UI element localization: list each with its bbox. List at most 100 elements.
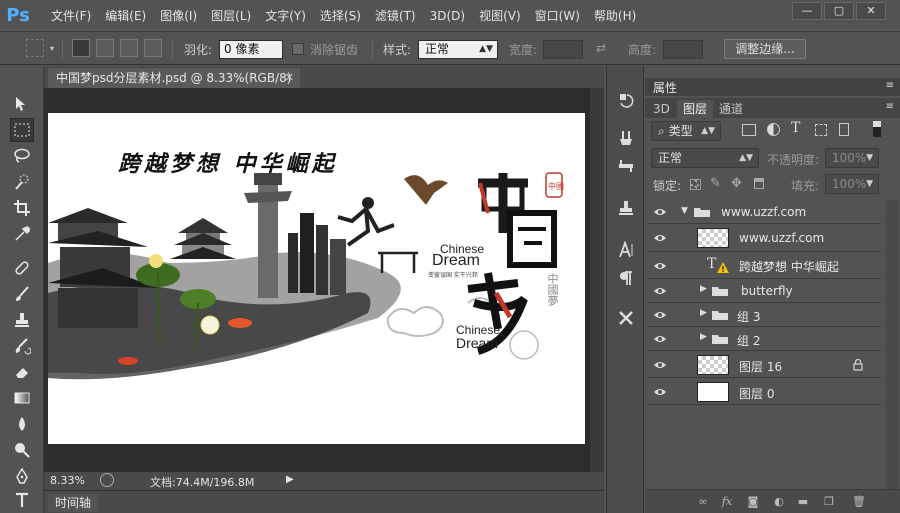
canvas-area[interactable]: 中國 跨越梦想 中华崛起 Chinese Dream 变彼误国 实干兴邦 Chi… <box>44 88 604 472</box>
lock-all-icon[interactable] <box>754 178 764 189</box>
visibility-eye-icon[interactable] <box>653 206 667 218</box>
layer-row[interactable]: www.uzzf.com <box>647 224 881 252</box>
tool-presets-panel-icon[interactable] <box>614 306 638 330</box>
layer-row[interactable]: 图层 16 <box>647 351 881 378</box>
visibility-eye-icon[interactable] <box>653 309 667 321</box>
layer-row[interactable]: ▶ butterfly <box>647 279 881 303</box>
tab-channels[interactable]: 通道 <box>713 100 749 118</box>
lasso-tool-icon[interactable] <box>10 144 34 168</box>
artboard[interactable]: 中國 跨越梦想 中华崛起 Chinese Dream 变彼误国 实干兴邦 Chi… <box>48 113 585 444</box>
history-panel-icon[interactable] <box>614 88 638 112</box>
close-tab-icon[interactable]: ✕ <box>285 68 294 88</box>
tab-3d[interactable]: 3D <box>647 100 676 118</box>
layer-row[interactable]: ▼ www.uzzf.com <box>647 200 881 224</box>
add-mask-icon[interactable]: ◙ <box>745 494 761 510</box>
style-select[interactable]: 正常 ▲▼ <box>418 40 498 59</box>
refine-edge-button[interactable]: 调整边缘... <box>724 39 806 59</box>
menu-layer[interactable]: 图层(L) <box>204 0 258 32</box>
group-expanded-caret-icon[interactable]: ▼ <box>681 206 688 216</box>
clone-source-panel-icon[interactable] <box>614 196 638 220</box>
brush-tool-icon[interactable] <box>10 282 34 306</box>
status-menu-arrow-icon[interactable]: ▶ <box>286 474 294 485</box>
rectangular-marquee-tool-icon[interactable] <box>10 118 34 142</box>
preset-dropdown-arrow-icon[interactable]: ▾ <box>50 44 54 53</box>
filter-shape-icon[interactable] <box>815 124 827 136</box>
group-collapsed-caret-icon[interactable]: ▶ <box>700 332 707 342</box>
menu-window[interactable]: 窗口(W) <box>528 0 587 32</box>
subtract-selection-icon[interactable] <box>120 39 138 57</box>
minimize-button[interactable]: — <box>792 2 822 20</box>
trash-icon[interactable]: 🗑 <box>851 494 867 510</box>
antialias-checkbox[interactable] <box>292 43 304 55</box>
filter-type-icon[interactable]: T <box>791 120 800 136</box>
link-layers-icon[interactable]: ∞ <box>695 494 711 510</box>
menu-edit[interactable]: 编辑(E) <box>98 0 153 32</box>
visibility-eye-icon[interactable] <box>653 285 667 297</box>
visibility-eye-icon[interactable] <box>653 333 667 345</box>
crop-tool-icon[interactable] <box>10 196 34 220</box>
filter-adjustment-icon[interactable] <box>767 123 780 136</box>
new-adjustment-layer-icon[interactable]: ◐ <box>771 494 787 510</box>
marquee-preset-icon[interactable] <box>26 39 44 57</box>
history-brush-tool-icon[interactable] <box>10 334 34 358</box>
brush-panel-icon[interactable] <box>614 126 638 150</box>
maximize-button[interactable]: ▢ <box>824 2 854 20</box>
brush-presets-panel-icon[interactable] <box>614 154 638 178</box>
group-collapsed-caret-icon[interactable]: ▶ <box>700 284 707 294</box>
intersect-selection-icon[interactable] <box>144 39 162 57</box>
visibility-eye-icon[interactable] <box>653 386 667 398</box>
new-selection-icon[interactable] <box>72 39 90 57</box>
lock-position-icon[interactable]: ✥ <box>731 176 742 191</box>
move-tool-icon[interactable] <box>10 92 34 116</box>
properties-title[interactable]: 属性 <box>653 79 677 96</box>
document-tab[interactable]: 中国梦psd分层素材.psd @ 8.33%(RGB/8) ✕ <box>48 68 300 88</box>
quick-selection-tool-icon[interactable] <box>10 170 34 194</box>
new-layer-icon[interactable]: ❐ <box>821 494 837 510</box>
close-button[interactable]: ✕ <box>856 2 886 20</box>
filter-smart-object-icon[interactable] <box>839 123 849 136</box>
layers-scrollbar[interactable] <box>885 200 899 489</box>
menu-image[interactable]: 图像(I) <box>153 0 204 32</box>
eyedropper-tool-icon[interactable] <box>10 222 34 246</box>
menu-view[interactable]: 视图(V) <box>472 0 528 32</box>
layer-filter-select[interactable]: ⌕ 类型 ▲▼ <box>651 121 721 141</box>
fill-input[interactable]: 100% ▼ <box>825 174 879 194</box>
eraser-tool-icon[interactable] <box>10 360 34 384</box>
menu-help[interactable]: 帮助(H) <box>587 0 643 32</box>
type-tool-icon[interactable] <box>10 488 34 512</box>
blend-mode-select[interactable]: 正常 ▲▼ <box>651 148 759 168</box>
width-input[interactable] <box>543 40 583 59</box>
opacity-input[interactable]: 100% ▼ <box>825 148 879 168</box>
zoom-level[interactable]: 8.33% <box>50 474 85 487</box>
panel-tabs-menu-icon[interactable]: ≡ <box>886 101 894 112</box>
layer-style-icon[interactable]: fx <box>719 494 735 510</box>
visibility-eye-icon[interactable] <box>653 260 667 272</box>
paragraph-panel-icon[interactable] <box>614 266 638 290</box>
swap-icon[interactable]: ⇄ <box>596 41 606 55</box>
filter-pixel-icon[interactable] <box>742 124 756 136</box>
layer-row[interactable]: ▶ 组 3 <box>647 303 881 327</box>
menu-select[interactable]: 选择(S) <box>313 0 368 32</box>
visibility-eye-icon[interactable] <box>653 232 667 244</box>
new-group-icon[interactable]: ▬ <box>795 494 811 510</box>
dodge-tool-icon[interactable] <box>10 438 34 462</box>
timeline-tab[interactable]: 时间轴 <box>48 494 98 512</box>
layer-row[interactable]: ▶ 组 2 <box>647 327 881 351</box>
add-selection-icon[interactable] <box>96 39 114 57</box>
healing-brush-tool-icon[interactable] <box>10 256 34 280</box>
character-panel-icon[interactable] <box>614 238 638 262</box>
stamp-tool-icon[interactable] <box>10 308 34 332</box>
group-collapsed-caret-icon[interactable]: ▶ <box>700 308 707 318</box>
canvas-vertical-scrollbar[interactable] <box>590 88 604 472</box>
layer-row[interactable]: T 跨越梦想 中华崛起 <box>647 252 881 279</box>
lock-transparent-icon[interactable] <box>690 179 701 190</box>
visibility-eye-icon[interactable] <box>653 359 667 371</box>
blur-tool-icon[interactable] <box>10 412 34 436</box>
menu-filter[interactable]: 滤镜(T) <box>368 0 423 32</box>
filter-toggle-icon[interactable] <box>873 121 881 137</box>
menu-file[interactable]: 文件(F) <box>44 0 98 32</box>
gradient-tool-icon[interactable] <box>10 386 34 410</box>
lock-pixels-icon[interactable]: ✎ <box>710 176 721 191</box>
height-input[interactable] <box>663 40 703 59</box>
status-info-icon[interactable] <box>100 473 114 487</box>
